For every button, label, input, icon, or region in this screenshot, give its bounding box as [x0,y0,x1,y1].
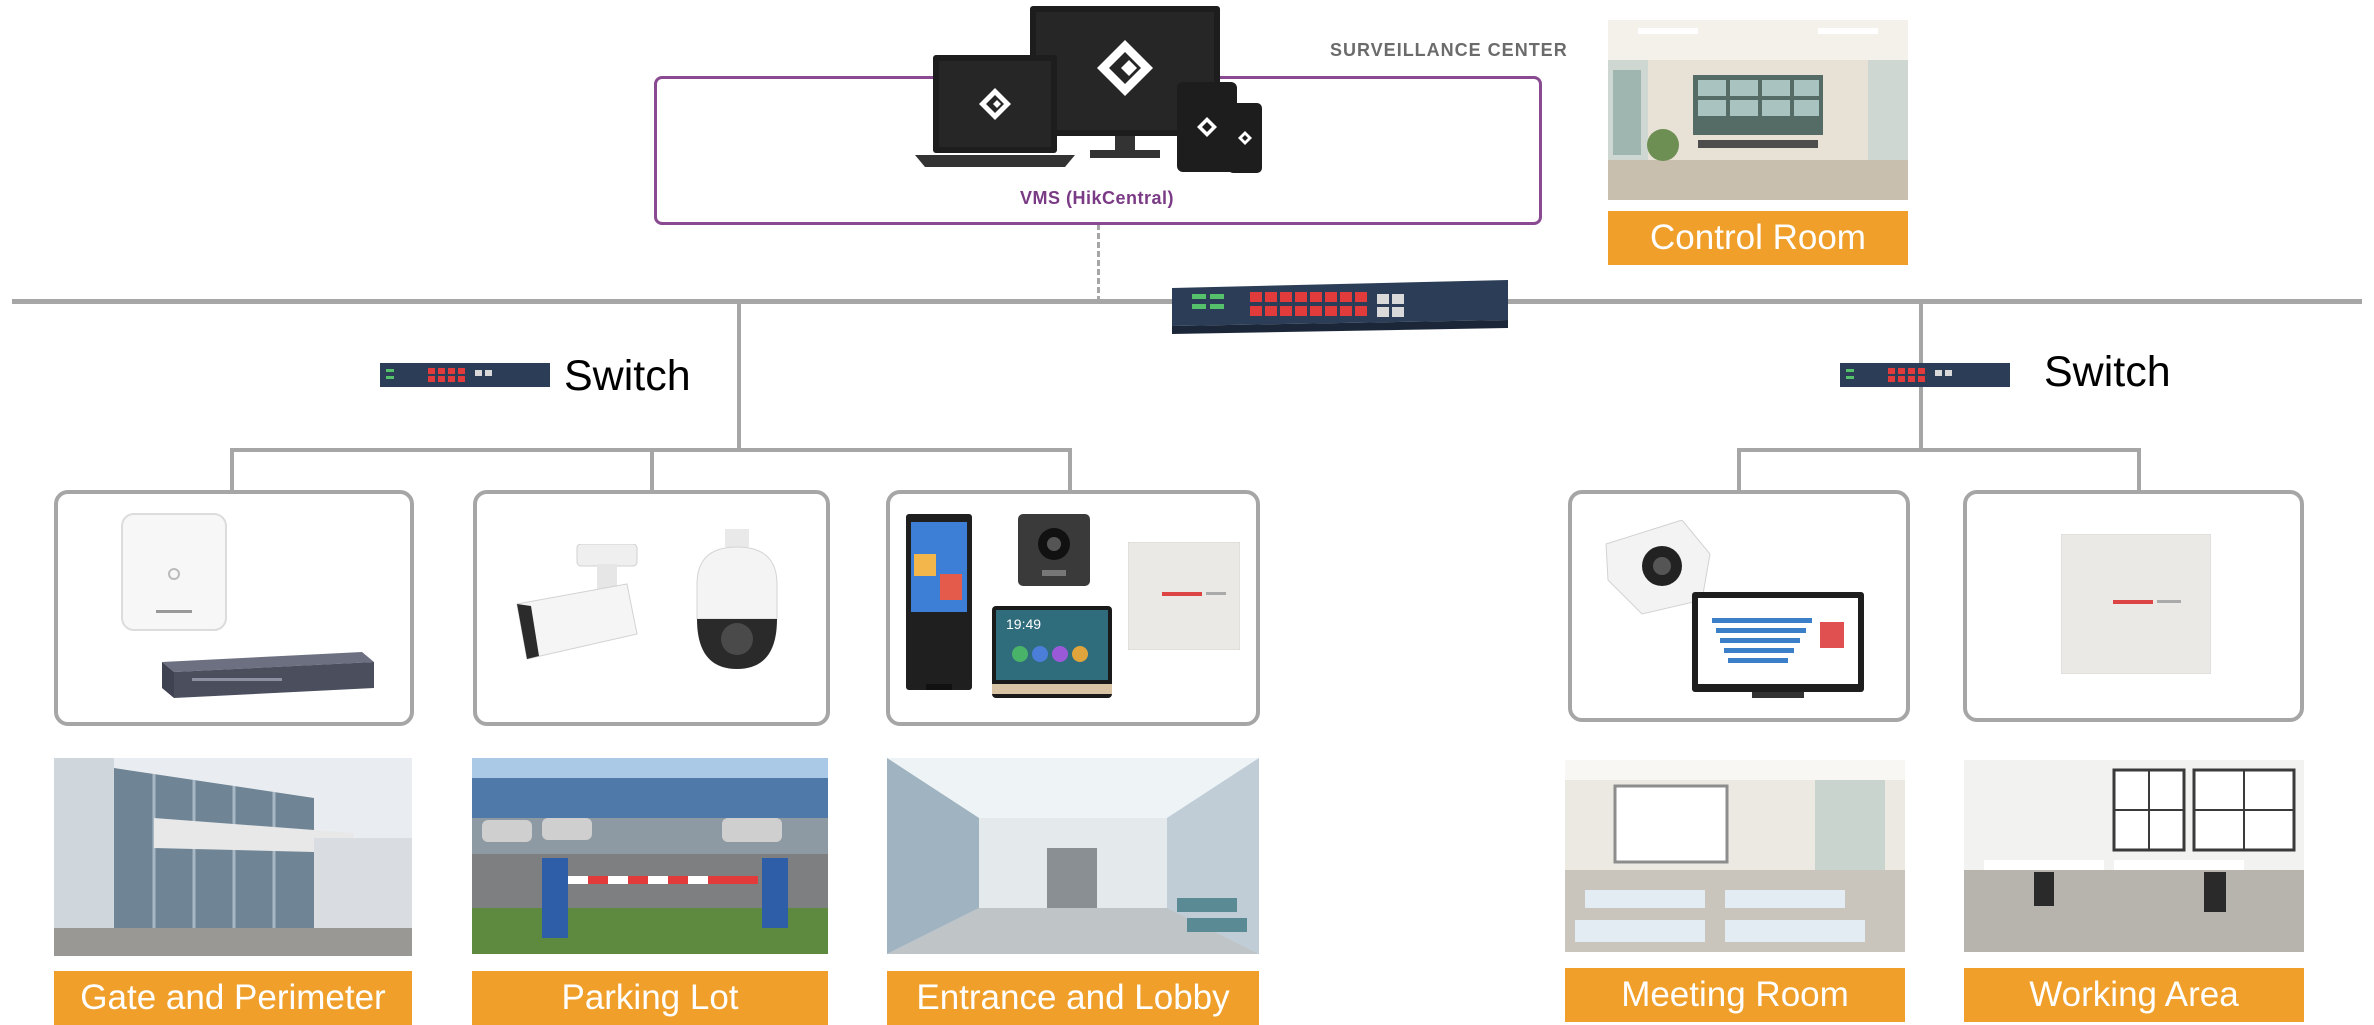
ptz-camera-icon [696,529,778,669]
right-distribution-line [1737,448,2141,452]
control-room-photo [1608,20,1908,200]
right-switch-icon [1840,363,2010,387]
left-switch-label: Switch [564,352,691,400]
access-controller-icon [2061,534,2211,674]
left-switch-drop-line [737,300,741,450]
device-box-parking [473,490,830,726]
door-station-icon [1018,514,1090,586]
nvr-recorder-icon [162,652,374,698]
working-area-label: Working Area [1964,968,2304,1022]
laptop-icon [915,55,1075,170]
phone-icon [1228,103,1262,173]
indoor-monitor-icon: 19:49 [992,606,1112,698]
drop-meeting [1737,448,1741,490]
gate-perimeter-photo [54,758,412,956]
surveillance-center-caption: SURVEILLANCE CENTER [1330,40,1568,60]
indoor-monitor-base [992,684,1112,694]
display-screen-icon [1692,592,1864,698]
parking-lot-label: Parking Lot [472,971,828,1025]
gate-perimeter-label: Gate and Perimeter [54,971,412,1025]
drop-gate [230,448,234,490]
device-box-working [1963,490,2304,722]
info-kiosk-icon [906,514,972,690]
vms-caption: VMS (HikCentral) [1020,188,1175,208]
right-switch-label: Switch [2044,348,2171,396]
entrance-lobby-photo [887,758,1259,954]
working-area-photo [1964,760,2304,952]
device-box-gate [54,490,414,726]
parking-lot-photo [472,758,828,954]
meeting-room-photo [1565,760,1905,952]
drop-entrance [1068,448,1072,490]
entrance-lobby-label: Entrance and Lobby [887,971,1259,1025]
indoor-monitor-time: 19:49 [1006,616,1042,632]
alarm-hub-icon [121,513,227,631]
drop-working [2137,448,2141,490]
left-switch-icon [380,363,550,387]
control-room-label: Control Room [1608,211,1908,265]
access-controller-icon [1128,542,1240,650]
drop-parking [650,448,654,490]
bullet-camera-icon [516,544,638,660]
indoor-monitor-screen: 19:49 [996,610,1108,680]
vms-uplink-line [1097,224,1100,302]
meeting-room-label: Meeting Room [1565,968,1905,1022]
device-box-entrance: 19:49 [886,490,1260,726]
device-box-meeting [1568,490,1910,722]
core-switch-icon [1172,280,1508,335]
